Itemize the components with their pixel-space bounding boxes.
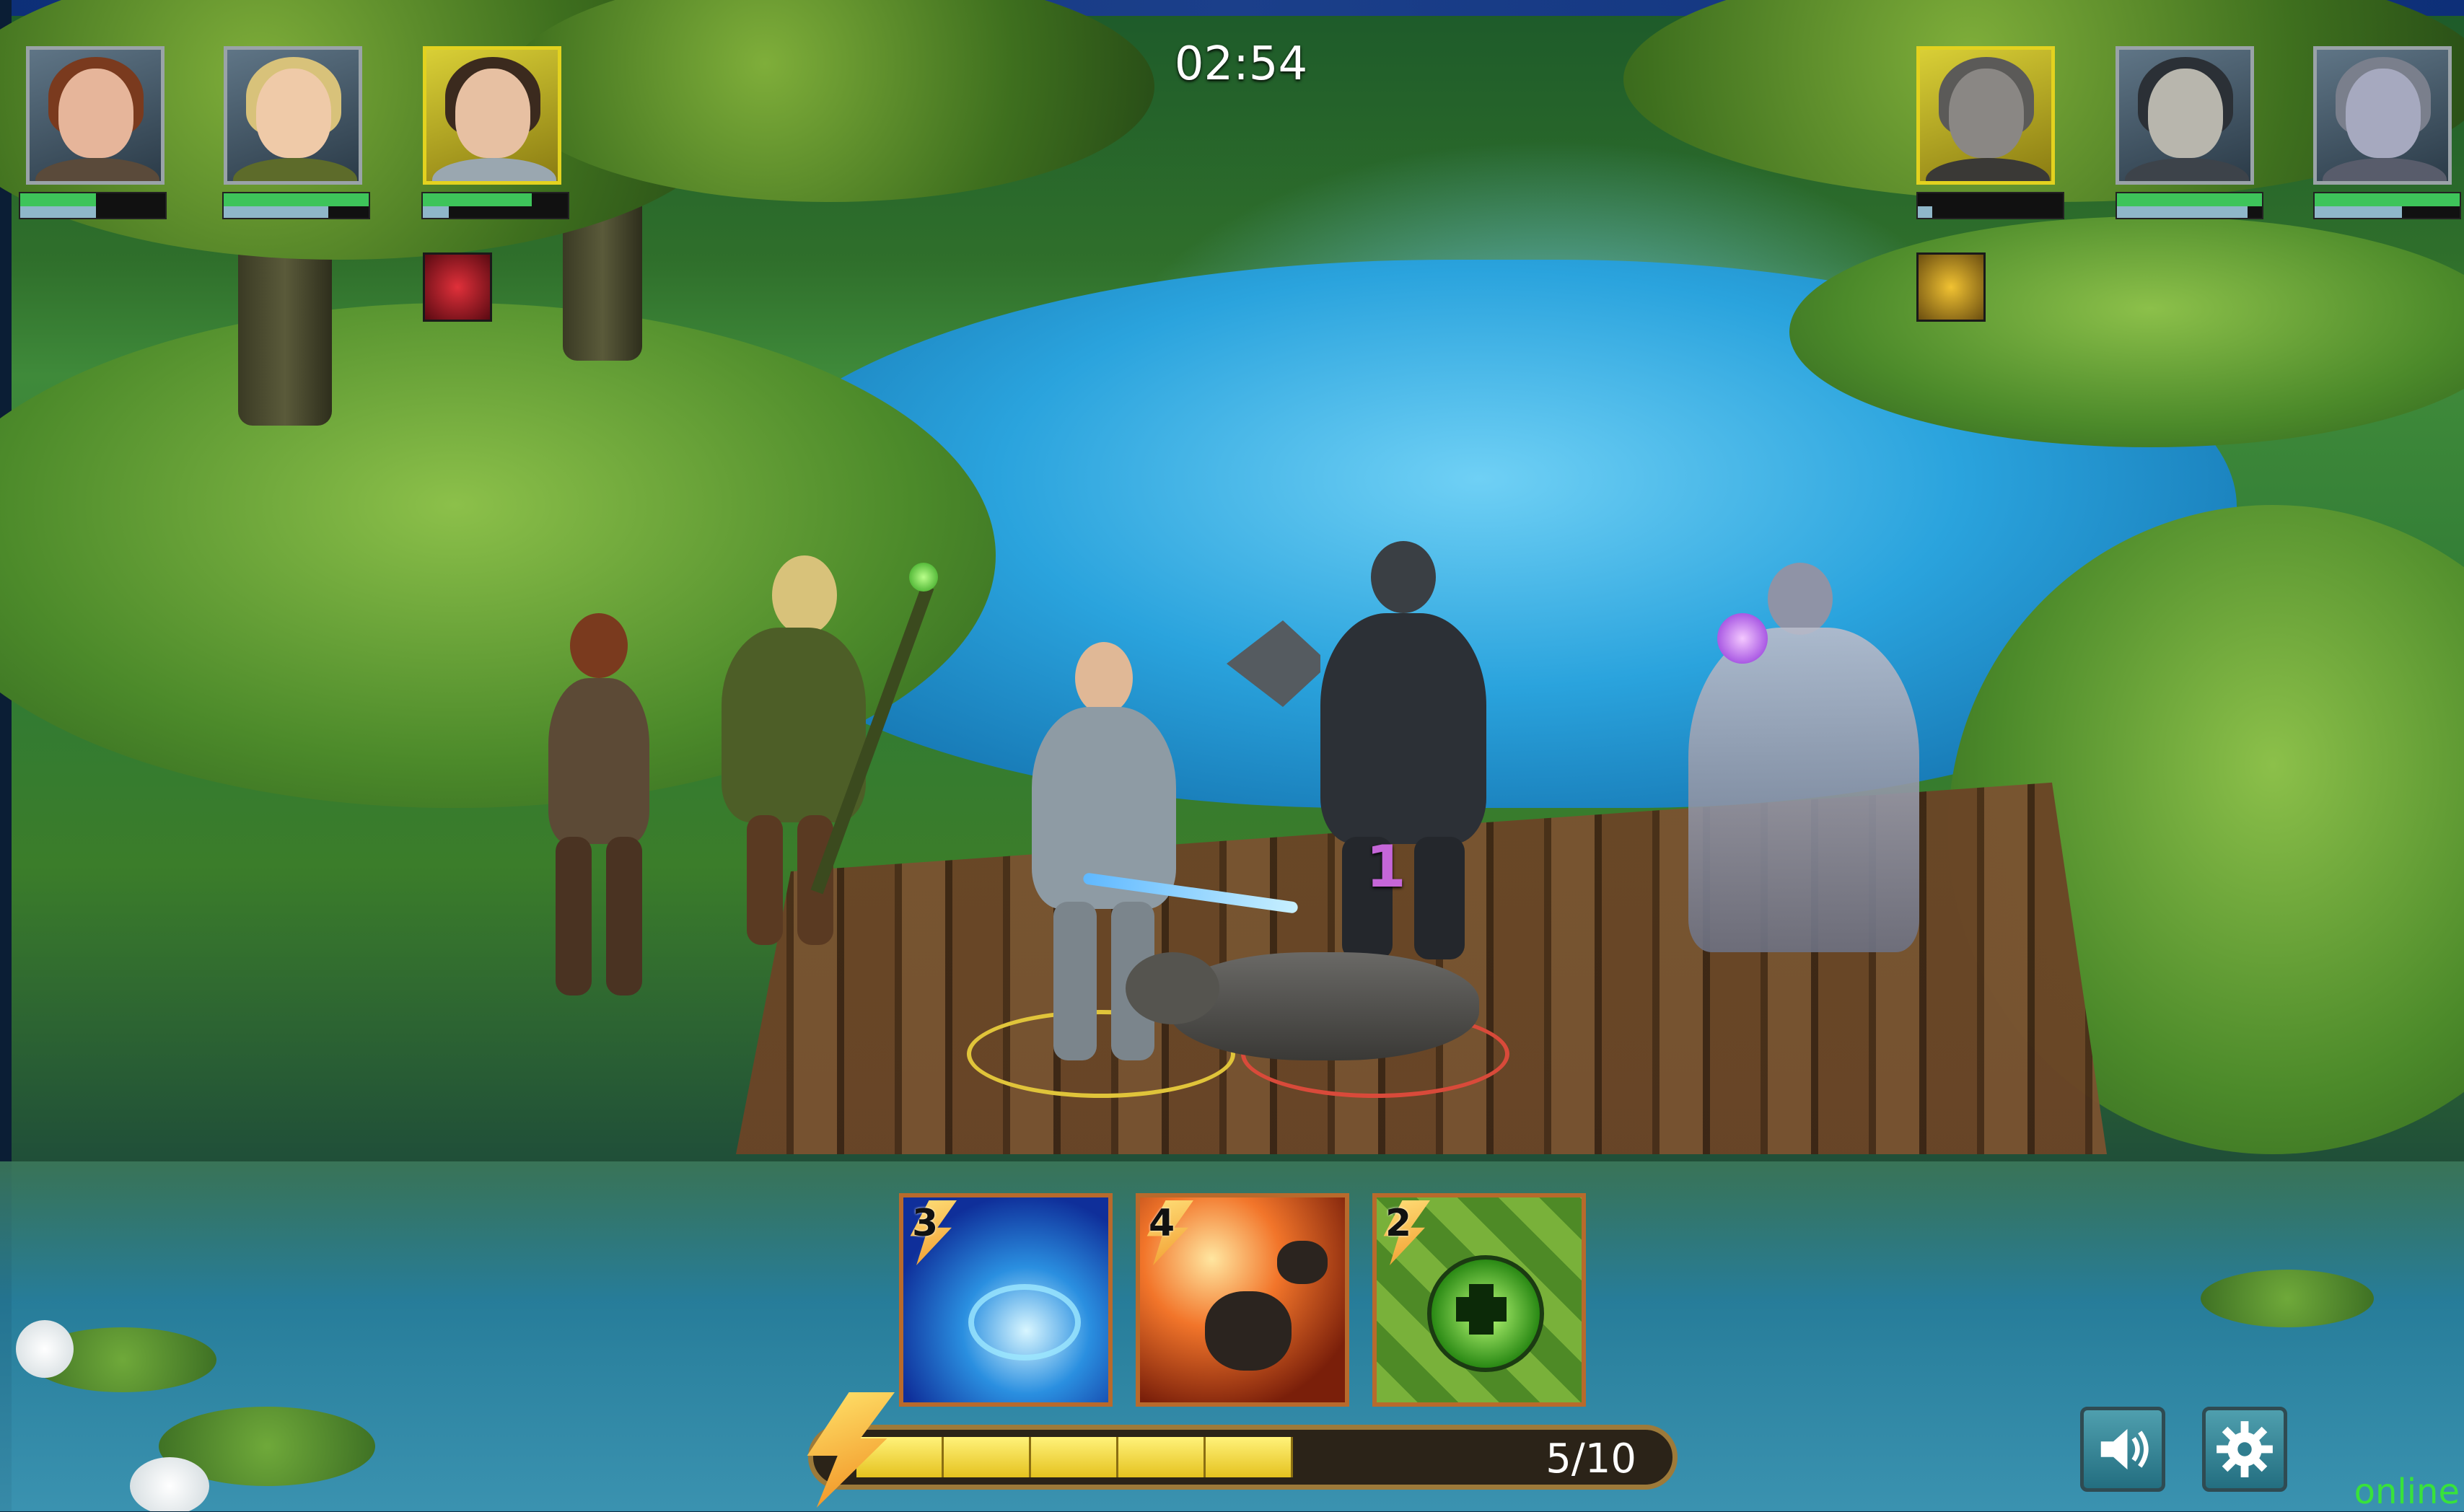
skill-cost: 2 (1385, 1202, 1412, 1245)
shield-fill (20, 206, 96, 218)
shield-fill (1918, 206, 1933, 218)
damage-number: 1 (1366, 833, 1406, 900)
ally-portrait-archer[interactable] (26, 46, 165, 185)
portrait-shoulder (2125, 158, 2249, 181)
portrait-face (256, 69, 331, 158)
enemy-banshee-unit[interactable] (1631, 548, 1963, 967)
hp-fill (423, 193, 532, 206)
unit-head (772, 555, 837, 635)
unit-head (1075, 642, 1133, 714)
skill-cost: 3 (912, 1202, 939, 1245)
unit-leg (1053, 902, 1097, 1060)
energy-segment (1031, 1437, 1118, 1477)
hp-fill (224, 193, 369, 206)
shield-fill (224, 206, 328, 218)
portrait-shoulder (35, 158, 159, 181)
demon-curse-icon[interactable] (423, 252, 492, 322)
skill-card-meteor[interactable]: 4 (1136, 1193, 1349, 1407)
shield-fill (423, 206, 450, 218)
gear-icon (2217, 1421, 2273, 1477)
portrait-face (2148, 69, 2223, 158)
ally-archer-unit[interactable] (519, 599, 678, 1003)
ally-hp-bar-archer (19, 192, 167, 219)
portrait-shoulder (432, 158, 556, 181)
ally-hp-bar-elf (222, 192, 370, 219)
energy-segment (1118, 1437, 1206, 1477)
unit-head (1126, 952, 1219, 1024)
unit-head (1768, 563, 1833, 635)
enemy-hp-bar-werewolf (1916, 192, 2064, 219)
portrait-face (2346, 69, 2421, 158)
energy-count: 5/10 (1546, 1436, 1636, 1482)
hp-fill (2315, 193, 2460, 206)
portrait-face (58, 69, 133, 158)
ally-portrait-knight[interactable] (423, 46, 561, 185)
plus-horizontal (1456, 1297, 1507, 1322)
ally-elf-unit[interactable] (693, 548, 938, 952)
magic-orb (1717, 613, 1768, 664)
enemy-portrait-banshee[interactable] (2313, 46, 2452, 185)
enemy-portrait-skeleton[interactable] (2116, 46, 2254, 185)
water-lily-flower (130, 1457, 209, 1511)
portrait-face (455, 69, 530, 158)
unit-head (1371, 541, 1436, 613)
battle-axe (1227, 620, 1320, 707)
sound-button[interactable] (2080, 1407, 2165, 1492)
ally-hp-bar-knight (421, 192, 569, 219)
energy-bar: 5/10 (808, 1425, 1678, 1490)
portrait-shoulder (1926, 158, 2050, 181)
unit-body (1688, 628, 1919, 952)
enemy-werewolf-unit[interactable] (1126, 923, 1515, 1089)
shield-fill (2117, 206, 2248, 218)
speaker-icon (2100, 1428, 2149, 1470)
portrait-face (1949, 69, 2024, 158)
water-vortex-icon (968, 1284, 1081, 1361)
portrait-shoulder (2323, 158, 2447, 181)
skill-card-water-vortex[interactable]: 3 (899, 1193, 1113, 1407)
golden-bell-icon[interactable] (1916, 252, 1986, 322)
unit-leg (556, 837, 592, 995)
hp-fill (2117, 193, 2262, 206)
meteor-icon (1205, 1291, 1292, 1371)
connection-status: online (2354, 1472, 2460, 1512)
enemy-skeleton-unit[interactable] (1227, 534, 1530, 967)
skill-cost: 4 (1149, 1202, 1175, 1245)
energy-segment (944, 1437, 1031, 1477)
unit-leg (606, 837, 642, 995)
unit-body (722, 628, 866, 822)
lily-pad (2201, 1270, 2374, 1327)
unit-body (548, 678, 649, 844)
energy-segment (1206, 1437, 1293, 1477)
unit-body (1320, 613, 1486, 844)
unit-head (570, 613, 628, 678)
unit-body (1169, 952, 1479, 1060)
water-lily-flower (16, 1320, 74, 1378)
skill-card-heal-potion[interactable]: 2 (1372, 1193, 1586, 1407)
meteor-fragment (1277, 1241, 1328, 1284)
unit-leg (747, 815, 783, 945)
portrait-shoulder (233, 158, 357, 181)
staff-orb (909, 563, 938, 592)
enemy-portrait-werewolf[interactable] (1916, 46, 2055, 185)
settings-button[interactable] (2202, 1407, 2287, 1492)
hp-fill (20, 193, 96, 206)
enemy-hp-bar-banshee (2313, 192, 2461, 219)
ally-portrait-elf[interactable] (224, 46, 362, 185)
match-timer: 02:54 (1174, 38, 1308, 91)
enemy-hp-bar-skeleton (2116, 192, 2263, 219)
shield-fill (2315, 206, 2402, 218)
